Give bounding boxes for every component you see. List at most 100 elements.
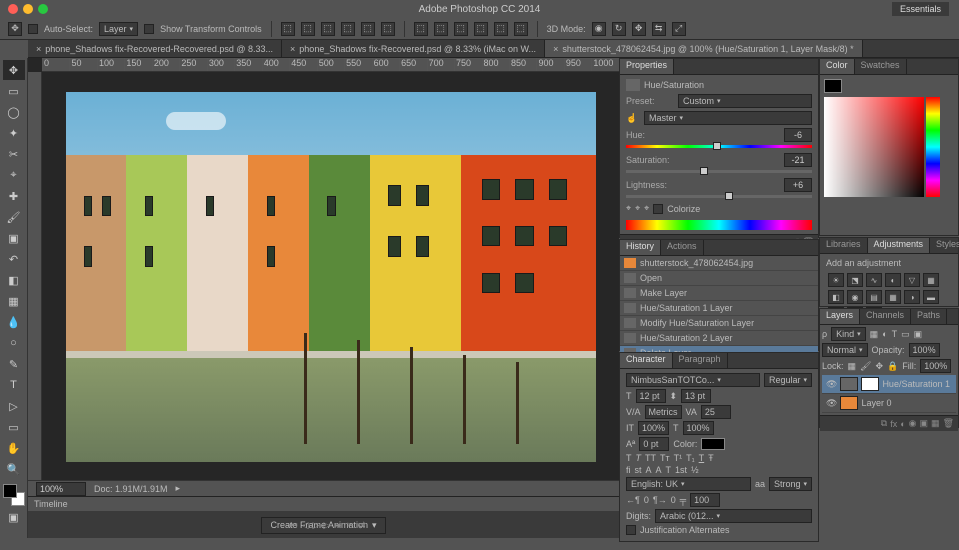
adj-levels-icon[interactable]: ⬔ bbox=[847, 273, 863, 287]
opacity-field[interactable]: 100% bbox=[909, 343, 940, 357]
layer-kind-dropdown[interactable]: Kind bbox=[831, 327, 866, 341]
hue-slider[interactable] bbox=[626, 145, 812, 153]
adj-invert-icon[interactable]: ◑ bbox=[904, 290, 920, 304]
dist-center-icon[interactable]: ⬚ bbox=[494, 22, 508, 36]
kerning-field[interactable]: Metrics bbox=[645, 405, 682, 419]
underline-button[interactable]: T bbox=[699, 453, 705, 463]
eraser-tool[interactable]: ◧ bbox=[3, 270, 25, 290]
leading-field[interactable]: 13 pt bbox=[681, 389, 711, 403]
zoom-tool[interactable]: 🔍 bbox=[3, 459, 25, 479]
actions-tab[interactable]: Actions bbox=[661, 240, 704, 255]
smallcaps-button[interactable]: Tᴛ bbox=[660, 453, 670, 463]
filter-adj-icon[interactable]: ◐ bbox=[882, 329, 887, 339]
group-icon[interactable]: ▣ bbox=[920, 418, 929, 429]
sat-field[interactable] bbox=[784, 153, 812, 167]
filter-shape-icon[interactable]: ▭ bbox=[901, 329, 910, 340]
3d-pan-icon[interactable]: ✥ bbox=[632, 22, 646, 36]
lock-paint-icon[interactable]: 🖌 bbox=[860, 361, 871, 372]
adj-poster-icon[interactable]: ▬ bbox=[923, 290, 939, 304]
fill-field[interactable]: 100% bbox=[920, 359, 951, 373]
adj-curves-icon[interactable]: ∿ bbox=[866, 273, 882, 287]
lang-dropdown[interactable]: English: UK bbox=[626, 477, 751, 491]
hscale-field[interactable]: 100% bbox=[683, 421, 714, 435]
adj-vibrance-icon[interactable]: ▽ bbox=[904, 273, 920, 287]
delete-icon[interactable]: 🗑 bbox=[943, 418, 954, 429]
bold-button[interactable]: T bbox=[626, 453, 632, 463]
adj-brightness-icon[interactable]: ☀ bbox=[828, 273, 844, 287]
align-center-icon[interactable]: ⬚ bbox=[361, 22, 375, 36]
type-tool[interactable]: T bbox=[3, 375, 25, 395]
quickmask-tool[interactable]: ▣ bbox=[3, 507, 25, 527]
adj-hue-icon[interactable]: ▦ bbox=[923, 273, 939, 287]
character-tab[interactable]: Character bbox=[620, 353, 673, 368]
history-snapshot[interactable]: shutterstock_478062454.jpg bbox=[620, 256, 818, 271]
tl-prev-icon[interactable]: ◁ bbox=[302, 520, 309, 531]
zoom-field[interactable] bbox=[36, 482, 86, 496]
font-size-field[interactable]: 12 pt bbox=[636, 389, 666, 403]
colorize-checkbox[interactable] bbox=[653, 204, 663, 214]
sat-slider[interactable] bbox=[626, 170, 812, 178]
layer-row[interactable]: 👁Layer 0 bbox=[822, 394, 956, 413]
paths-tab[interactable]: Paths bbox=[911, 309, 947, 324]
preset-dropdown[interactable]: Custom bbox=[678, 94, 812, 108]
mask-icon[interactable]: ◐ bbox=[900, 419, 905, 429]
show-transform-checkbox[interactable] bbox=[144, 24, 154, 34]
italic-button[interactable]: T bbox=[636, 453, 642, 463]
align-bot-icon[interactable]: ⬚ bbox=[321, 22, 335, 36]
lock-all-icon[interactable]: 🔒 bbox=[887, 361, 898, 372]
wand-tool[interactable]: ✦ bbox=[3, 123, 25, 143]
font-family-dropdown[interactable]: NimbusSanTOTCo... bbox=[626, 373, 760, 387]
dist-mid-icon[interactable]: ⬚ bbox=[434, 22, 448, 36]
filter-smart-icon[interactable]: ▣ bbox=[914, 329, 923, 340]
layers-tab[interactable]: Layers bbox=[820, 309, 860, 324]
hand-tool[interactable]: ✋ bbox=[3, 438, 25, 458]
shape-tool[interactable]: ▭ bbox=[3, 417, 25, 437]
align-right-icon[interactable]: ⬚ bbox=[381, 22, 395, 36]
history-item[interactable]: Hue/Saturation 1 Layer bbox=[620, 301, 818, 316]
doc-tab-2[interactable]: ×phone_Shadows fix-Recovered.psd @ 8.33%… bbox=[282, 40, 545, 57]
auto-select-checkbox[interactable] bbox=[28, 24, 38, 34]
color-field[interactable] bbox=[824, 97, 924, 197]
paragraph-tab[interactable]: Paragraph bbox=[673, 353, 728, 368]
document-canvas[interactable] bbox=[66, 92, 596, 462]
light-slider[interactable] bbox=[626, 195, 812, 203]
new-adj-icon[interactable]: ◉ bbox=[909, 418, 917, 429]
libraries-tab[interactable]: Libraries bbox=[820, 238, 868, 253]
digits-dropdown[interactable]: Arabic (012... bbox=[655, 509, 812, 523]
3d-slide-icon[interactable]: ⇆ bbox=[652, 22, 666, 36]
lock-pos-icon[interactable]: ✥ bbox=[875, 361, 883, 372]
just-alt-checkbox[interactable] bbox=[626, 525, 636, 535]
link-icon[interactable]: ⧉ bbox=[881, 418, 887, 429]
tl-cut-icon[interactable]: ✂ bbox=[346, 520, 354, 531]
blend-mode-dropdown[interactable]: Normal bbox=[822, 343, 868, 357]
aa-dropdown[interactable]: Strong bbox=[769, 477, 812, 491]
channel-dropdown[interactable]: Master bbox=[644, 111, 812, 125]
auto-select-dropdown[interactable]: Layer bbox=[99, 22, 138, 36]
adj-exposure-icon[interactable]: ◐ bbox=[885, 273, 901, 287]
history-item[interactable]: Modify Hue/Saturation Layer bbox=[620, 316, 818, 331]
vscale-field[interactable]: 100% bbox=[638, 421, 669, 435]
eyedropper-tool[interactable]: ⌖ bbox=[3, 165, 25, 185]
lasso-tool[interactable]: ◯ bbox=[3, 102, 25, 122]
fg-bg-colors[interactable] bbox=[3, 484, 25, 506]
tl-transition-icon[interactable]: ⇄ bbox=[358, 520, 366, 531]
color-tab[interactable]: Color bbox=[820, 59, 855, 74]
history-tab[interactable]: History bbox=[620, 240, 661, 255]
move-tool[interactable]: ✥ bbox=[3, 60, 25, 80]
adj-lookup-icon[interactable]: ▦ bbox=[885, 290, 901, 304]
3d-scale-icon[interactable]: ⤢ bbox=[672, 22, 686, 36]
history-brush-tool[interactable]: ↶ bbox=[3, 249, 25, 269]
gradient-tool[interactable]: ▦ bbox=[3, 291, 25, 311]
tl-next-icon[interactable]: ▷ bbox=[323, 520, 330, 531]
dodge-tool[interactable]: ○ bbox=[3, 333, 25, 353]
tracking-field[interactable]: 25 bbox=[701, 405, 731, 419]
doc-tab-1[interactable]: ×phone_Shadows fix-Recovered-Recovered.p… bbox=[28, 40, 282, 57]
dist-left-icon[interactable]: ⬚ bbox=[474, 22, 488, 36]
crop-tool[interactable]: ✂ bbox=[3, 144, 25, 164]
3d-orbit-icon[interactable]: ◉ bbox=[592, 22, 606, 36]
healing-tool[interactable]: ✚ bbox=[3, 186, 25, 206]
doc-info-arrow[interactable]: ▸ bbox=[176, 483, 181, 494]
3d-roll-icon[interactable]: ↻ bbox=[612, 22, 626, 36]
blur-tool[interactable]: 💧 bbox=[3, 312, 25, 332]
eyedropper-minus-icon[interactable]: ⌖ bbox=[644, 203, 649, 214]
